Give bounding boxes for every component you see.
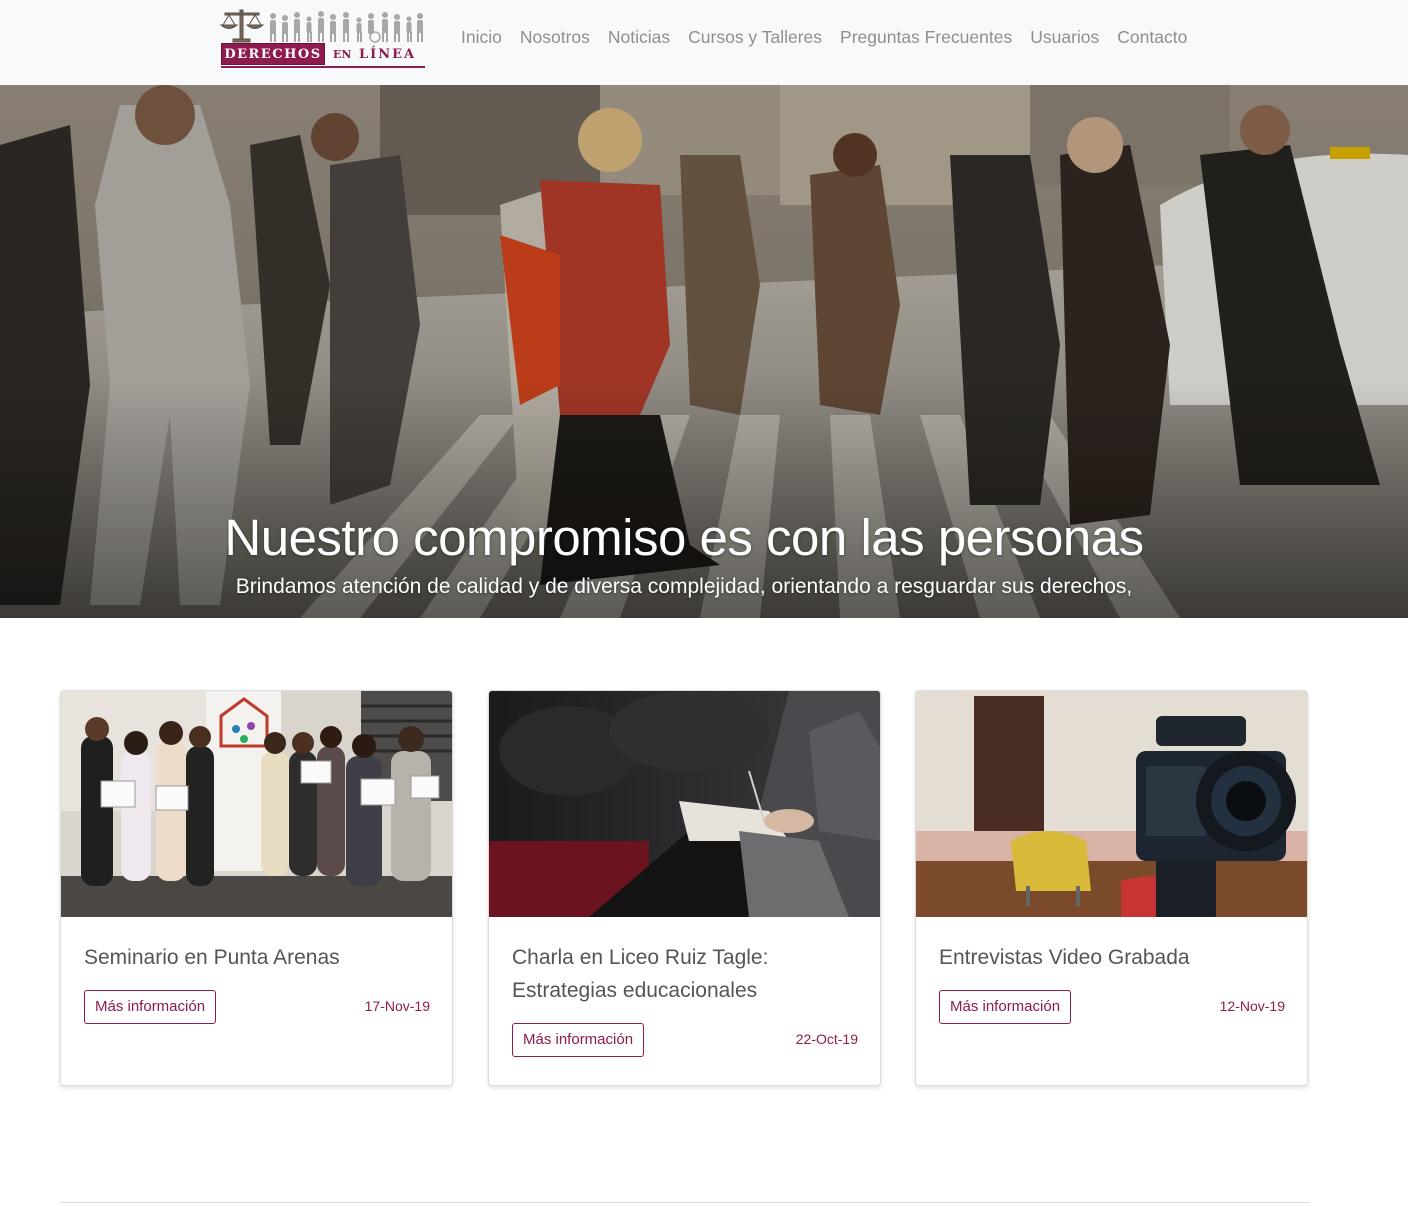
nav-item-contacto[interactable]: Contacto bbox=[1117, 25, 1187, 49]
card-image-charla bbox=[489, 691, 880, 917]
news-card: Entrevistas Video Grabada Más informació… bbox=[915, 690, 1308, 1086]
main-nav: Inicio Nosotros Noticias Cursos y Taller… bbox=[461, 25, 1205, 49]
hero-subtitle: Brindamos atención de calidad y de diver… bbox=[235, 575, 1133, 598]
hero-carousel[interactable]: Nuestro compromiso es con las personas B… bbox=[0, 85, 1408, 618]
card-title: Entrevistas Video Grabada bbox=[939, 946, 1190, 969]
card-title: Charla en Liceo Ruiz Tagle: Estrategias … bbox=[512, 946, 769, 1002]
logo-word-derechos: DERECHOS bbox=[221, 43, 325, 65]
footer-divider bbox=[60, 1202, 1310, 1203]
card-image-seminario bbox=[61, 691, 452, 917]
hero-title: Nuestro compromiso es con las personas bbox=[224, 509, 1144, 566]
logo[interactable]: DERECHOS EN LÍNEA bbox=[219, 7, 425, 68]
logo-word-linea: LÍNEA bbox=[359, 46, 417, 62]
nav-item-usuarios[interactable]: Usuarios bbox=[1030, 25, 1099, 49]
card-date: 22-Oct-19 bbox=[795, 1031, 858, 1047]
card-date: 17-Nov-19 bbox=[364, 998, 430, 1014]
card-image-entrevistas bbox=[916, 691, 1307, 917]
scales-and-people-icon bbox=[219, 9, 423, 43]
nav-item-nosotros[interactable]: Nosotros bbox=[520, 25, 590, 49]
nav-item-preguntas-frecuentes[interactable]: Preguntas Frecuentes bbox=[840, 25, 1012, 49]
logo-underline bbox=[221, 66, 425, 68]
more-info-button[interactable]: Más información bbox=[512, 1023, 645, 1057]
card-date: 12-Nov-19 bbox=[1219, 998, 1285, 1014]
news-card: Charla en Liceo Ruiz Tagle: Estrategias … bbox=[488, 690, 881, 1086]
nav-item-inicio[interactable]: Inicio bbox=[461, 25, 502, 49]
more-info-button[interactable]: Más información bbox=[939, 990, 1072, 1024]
logo-word-en: EN bbox=[333, 47, 352, 61]
navbar: DERECHOS EN LÍNEA Inicio Nosotros Notici… bbox=[0, 0, 1408, 85]
news-card: Seminario en Punta Arenas Más informació… bbox=[60, 690, 453, 1086]
nav-item-noticias[interactable]: Noticias bbox=[608, 25, 670, 49]
card-title: Seminario en Punta Arenas bbox=[84, 946, 340, 969]
nav-item-cursos-talleres[interactable]: Cursos y Talleres bbox=[688, 25, 822, 49]
more-info-button[interactable]: Más información bbox=[84, 990, 217, 1024]
